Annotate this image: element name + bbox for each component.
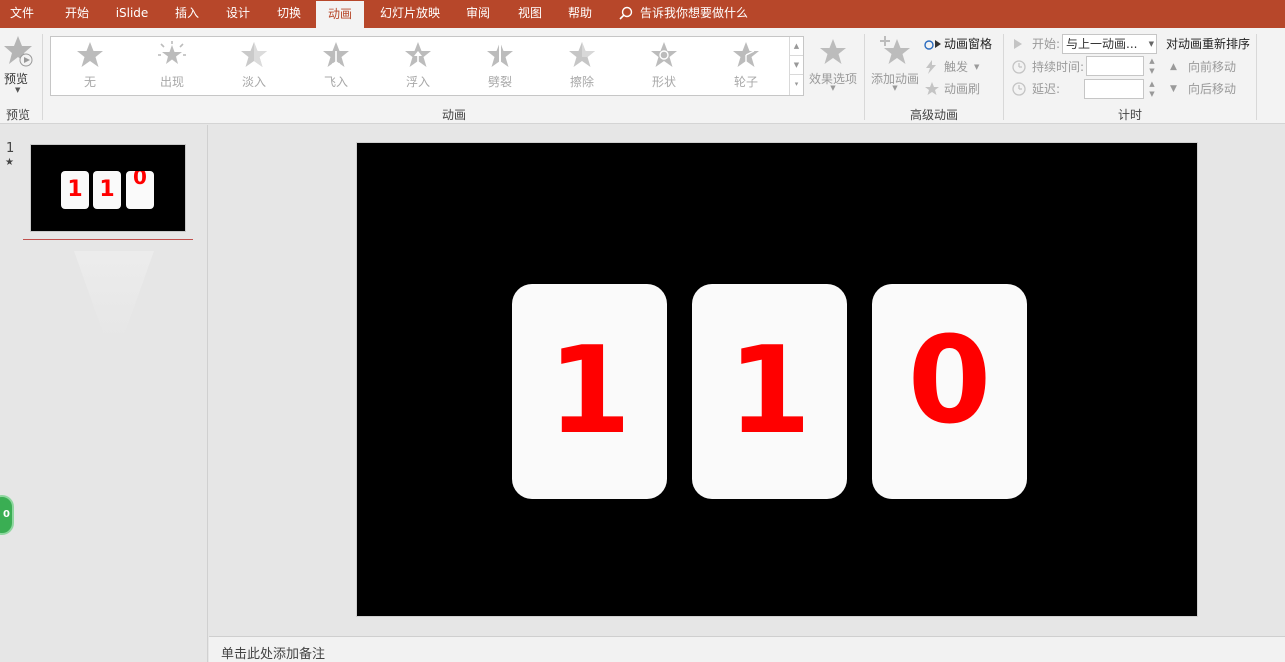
tab-slideshow[interactable]: 幻灯片放映 <box>372 0 448 28</box>
triangle-down-icon: ▼ <box>1170 84 1177 94</box>
delay-stepper[interactable]: ▲ ▼ <box>1146 79 1158 101</box>
reorder-label: 对动画重新排序 <box>1166 37 1251 51</box>
slide-thumbnail[interactable]: 1 1 0 <box>30 144 186 232</box>
lightning-icon <box>926 60 936 74</box>
tell-me-text: 告诉我你想要做什么 <box>640 6 749 20</box>
group-label-animation: 动画 <box>442 108 467 122</box>
duration-label: 持续时间: <box>1012 57 1086 77</box>
animation-painter-button[interactable]: 动画刷 <box>924 79 994 99</box>
notes-pane[interactable]: 单击此处添加备注 <box>209 636 1285 662</box>
divider <box>1003 34 1004 120</box>
slide-canvas[interactable]: 1 1 0 <box>356 142 1198 617</box>
start-select[interactable]: 与上一动画... ▼ <box>1062 34 1157 54</box>
search-icon <box>619 6 633 20</box>
group-label-timing: 计时 <box>1118 108 1143 122</box>
move-later-button[interactable]: ▼ 向后移动 <box>1170 79 1254 99</box>
gallery-item-shape[interactable]: 形状 <box>629 39 699 93</box>
clock-icon <box>1012 82 1026 96</box>
add-star-icon <box>880 36 910 64</box>
wipe-star-icon <box>569 42 595 67</box>
gallery-item-none[interactable]: 无 <box>55 39 125 93</box>
divider <box>1256 34 1257 120</box>
gallery-scrollbar[interactable]: ▲ ▼ ▾ <box>789 37 803 95</box>
tab-design[interactable]: 设计 <box>216 0 260 28</box>
floating-badge[interactable]: 0 <box>0 495 14 535</box>
digit-card[interactable]: 1 <box>512 284 667 499</box>
group-label-preview: 预览 <box>6 108 31 122</box>
insertion-marker <box>23 239 193 240</box>
star-icon <box>77 42 103 67</box>
editing-stage: 1 1 0 <box>209 125 1285 636</box>
gallery-item-float-in[interactable]: 浮入 <box>383 39 453 93</box>
gallery-item-split[interactable]: 劈裂 <box>465 39 535 93</box>
tab-review[interactable]: 审阅 <box>456 0 500 28</box>
gallery-item-appear[interactable]: 出现 <box>137 39 207 93</box>
preview-label: 预览 <box>4 72 29 86</box>
divider <box>42 34 43 120</box>
scroll-up-icon[interactable]: ▲ <box>790 37 803 56</box>
ribbon: 预览 ▼ 预览 无 出现 淡入 飞入 浮入 劈裂 擦除 形状 轮子 ▲ ▼ ▾ … <box>0 28 1285 124</box>
gallery-item-wipe[interactable]: 擦除 <box>547 39 617 93</box>
tab-home[interactable]: 开始 <box>52 0 102 28</box>
chevron-down-icon: ▼ <box>15 86 21 94</box>
tab-islide[interactable]: iSlide <box>108 0 156 28</box>
divider <box>864 34 865 120</box>
animation-gallery: 无 出现 淡入 飞入 浮入 劈裂 擦除 形状 轮子 ▲ ▼ ▾ <box>50 36 804 96</box>
tab-help[interactable]: 帮助 <box>558 0 602 28</box>
drag-ghost <box>74 251 154 341</box>
shape-star-icon <box>651 42 677 67</box>
slides-panel: 1 ★ 1 1 0 0 <box>0 125 208 662</box>
gallery-item-fade[interactable]: 淡入 <box>219 39 289 93</box>
tab-transitions[interactable]: 切换 <box>266 0 312 28</box>
tab-insert[interactable]: 插入 <box>164 0 210 28</box>
notes-placeholder: 单击此处添加备注 <box>221 647 326 662</box>
delay-input[interactable] <box>1084 79 1144 99</box>
duration-input[interactable] <box>1086 56 1144 76</box>
painter-icon <box>925 82 939 95</box>
clock-icon <box>1012 60 1026 74</box>
burst-star-icon <box>158 41 186 64</box>
group-label-advanced: 高级动画 <box>910 108 959 122</box>
move-earlier-button[interactable]: ▲ 向前移动 <box>1170 57 1254 77</box>
slide-number: 1 <box>6 141 15 156</box>
wheel-star-icon <box>733 42 759 67</box>
duration-stepper[interactable]: ▲ ▼ <box>1146 56 1158 78</box>
thumb-digit-card: 1 <box>93 171 121 209</box>
play-icon <box>1014 39 1022 49</box>
preview-star-icon <box>4 36 33 67</box>
tab-animations[interactable]: 动画 <box>316 0 364 28</box>
tab-view[interactable]: 视图 <box>508 0 552 28</box>
digit-card[interactable]: 1 <box>692 284 847 499</box>
gallery-more-icon[interactable]: ▾ <box>790 75 803 94</box>
animation-pane-icon <box>924 40 941 50</box>
chevron-down-icon: ▼ <box>892 84 898 92</box>
preview-button[interactable]: 预览 ▼ <box>2 34 36 98</box>
tab-file[interactable]: 文件 <box>0 0 44 28</box>
start-label: 开始: <box>1012 34 1062 54</box>
fade-star-icon <box>241 42 267 67</box>
thumb-digit-card: 0 <box>126 171 154 209</box>
chevron-down-icon: ▼ <box>1148 40 1154 48</box>
digit-card[interactable]: 0 <box>872 284 1027 499</box>
fly-in-star-icon <box>323 42 349 68</box>
delay-label: 延迟: <box>1012 79 1086 99</box>
chevron-down-icon: ▼ <box>830 84 836 92</box>
scroll-down-icon[interactable]: ▼ <box>790 56 803 75</box>
tell-me-search[interactable]: 告诉我你想要做什么 <box>618 0 748 28</box>
ribbon-tab-bar: 文件 开始 iSlide 插入 设计 切换 动画 幻灯片放映 审阅 视图 帮助 … <box>0 0 1285 28</box>
animation-star-icon: ★ <box>5 157 14 168</box>
triangle-up-icon: ▲ <box>1170 62 1177 72</box>
add-animation-button[interactable]: 添加动画 ▼ <box>868 34 922 100</box>
gallery-item-fly-in[interactable]: 飞入 <box>301 39 371 93</box>
split-star-icon <box>487 42 513 67</box>
chevron-down-icon: ▼ <box>974 63 980 71</box>
animation-pane-button[interactable]: 动画窗格 <box>924 34 1004 54</box>
float-in-star-icon <box>405 42 431 67</box>
trigger-button[interactable]: 触发 ▼ <box>924 57 994 77</box>
effect-star-icon <box>820 39 846 64</box>
thumb-digit-card: 1 <box>61 171 89 209</box>
gallery-item-wheel[interactable]: 轮子 <box>711 39 781 93</box>
effect-options-button[interactable]: 效果选项 ▼ <box>806 34 860 100</box>
